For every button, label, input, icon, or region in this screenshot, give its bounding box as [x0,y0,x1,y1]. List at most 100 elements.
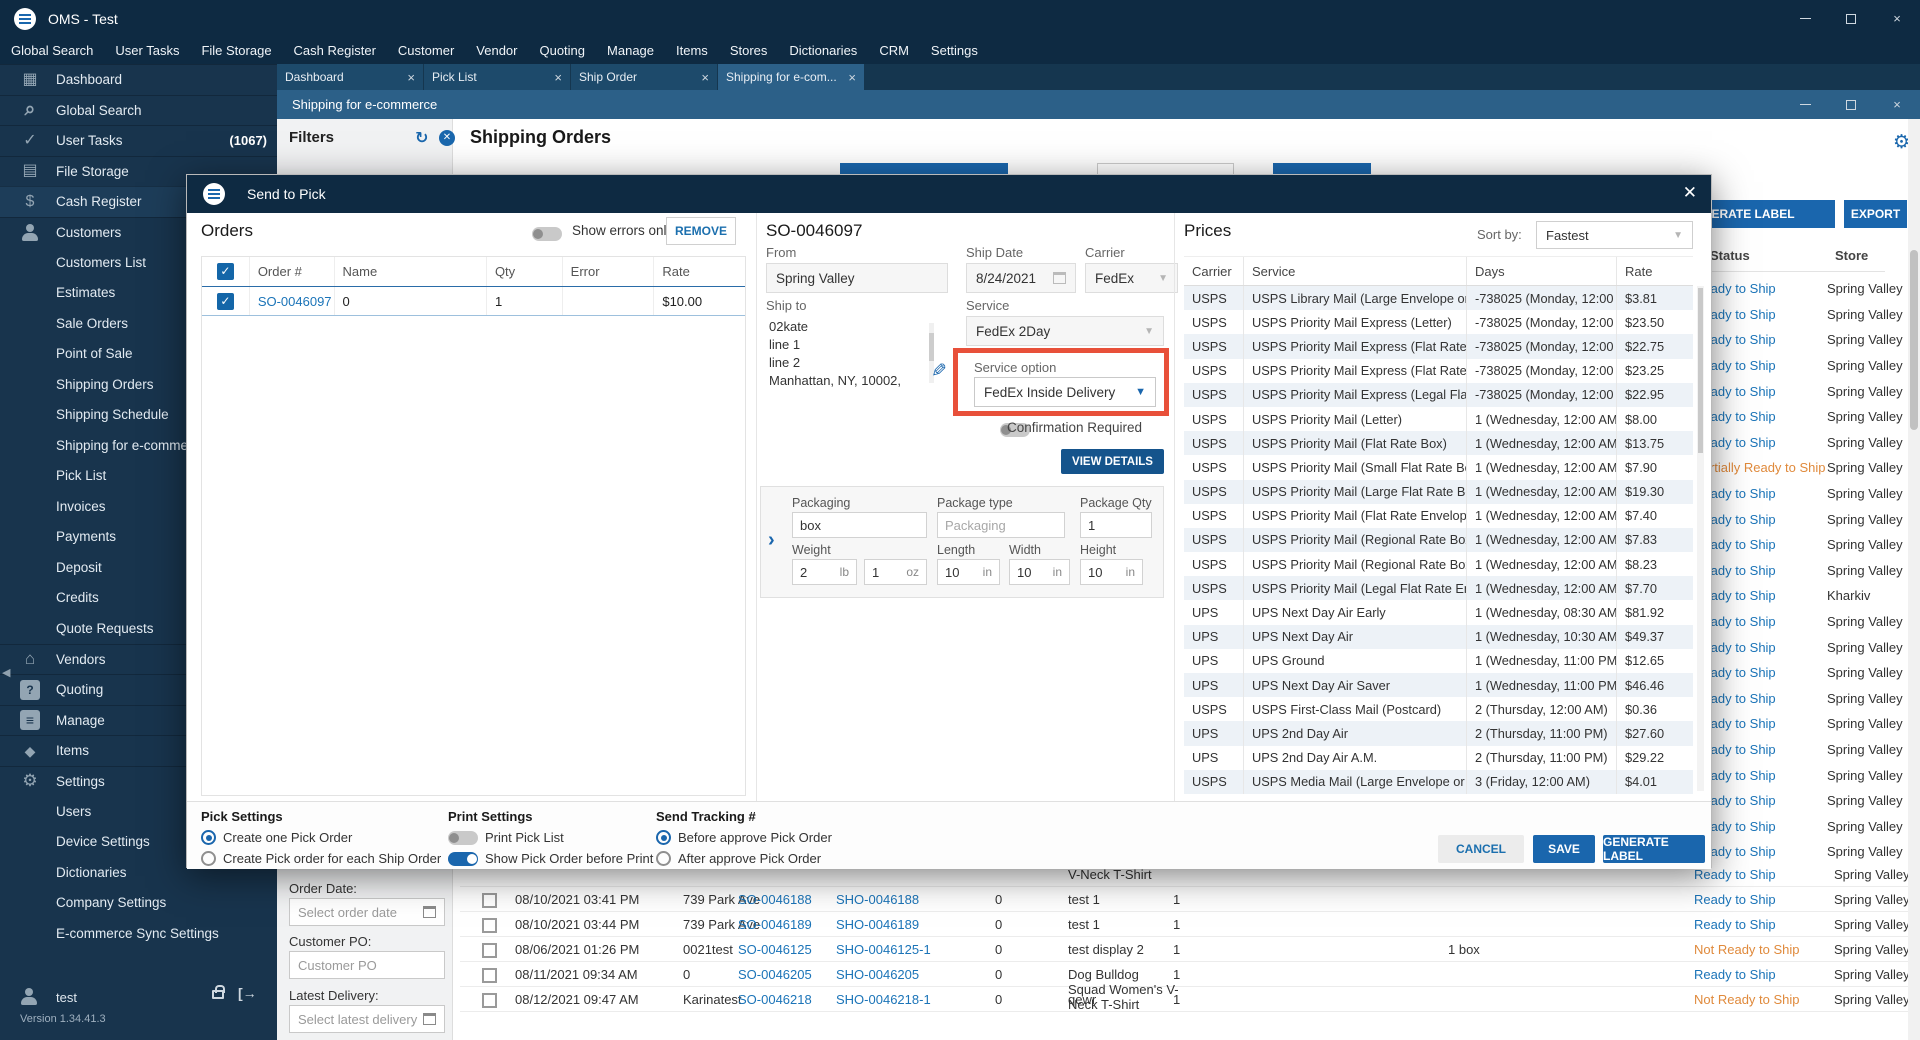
sidebar-item[interactable]: Dashboard [0,64,277,95]
status-link[interactable]: Ready to Ship [1694,793,1827,808]
row-checkbox[interactable] [482,918,497,933]
subwindow-restore-button[interactable] [1828,90,1874,119]
price-row[interactable]: UPS UPS Next Day Air Saver 1 (Wednesday,… [1184,673,1693,698]
grid-row[interactable]: Ready to Ship Spring Valley [1687,378,1908,404]
price-row[interactable]: UPS UPS 2nd Day Air A.M. 2 (Thursday, 11… [1184,745,1693,770]
tab[interactable]: Ship Order × [571,64,717,90]
menu-item[interactable]: Quoting [528,37,596,64]
sidebar-item[interactable]: Global Search [0,94,277,126]
tab-close-icon[interactable]: × [701,70,709,85]
tab[interactable]: Shipping for e-com... × [718,64,864,90]
menu-item[interactable]: User Tasks [104,37,190,64]
order-grid-row[interactable]: 08/10/2021 03:41 PM 739 Park Ave SO-0046… [460,887,1910,912]
status-link[interactable]: Ready to Ship [1694,563,1827,578]
customer-po-input[interactable]: Customer PO [289,951,445,979]
grid-row[interactable]: Ready to Ship Spring Valley [1687,813,1908,839]
package-type-input[interactable]: Packaging [937,512,1065,538]
width-input[interactable]: 10 in [1009,559,1070,585]
shipping-order-link[interactable]: SHO-0046125-1 [836,942,931,957]
price-row[interactable]: USPS USPS Priority Mail Express (Legal F… [1184,382,1693,407]
minimize-button[interactable] [1782,0,1828,37]
carrier-select[interactable]: FedEx ▼ [1085,263,1178,293]
status-link[interactable]: Ready to Ship [1694,409,1827,424]
price-row[interactable]: USPS USPS Priority Mail (Small Flat Rate… [1184,455,1693,480]
shipping-order-link[interactable]: SHO-0046189 [836,917,919,932]
order-grid-row[interactable]: 08/11/2021 09:34 AM 0 SO-0046205 SHO-004… [460,962,1910,1012]
refresh-icon[interactable]: ↻ [415,128,428,148]
grid-row[interactable]: Ready to Ship Spring Valley [1687,506,1908,532]
grid-row[interactable]: Ready to Ship Spring Valley [1687,353,1908,379]
height-input[interactable]: 10 in [1080,559,1143,585]
logout-icon[interactable]: [→ [238,985,257,1001]
menu-item[interactable]: Customer [387,37,465,64]
status-link[interactable]: Ready to Ship [1694,640,1827,655]
maximize-button[interactable] [1828,0,1874,37]
grid-row[interactable]: Ready to Ship Spring Valley [1687,609,1908,635]
tracking-option-1[interactable]: Before approve Pick Order [656,830,832,845]
subwindow-minimize-button[interactable] [1782,90,1828,119]
grid-row[interactable]: Ready to Ship Spring Valley [1687,276,1908,302]
grid-row[interactable]: Ready to Ship Spring Valley [1687,686,1908,712]
sort-by-select[interactable]: Fastest ▼ [1536,221,1693,249]
price-row[interactable]: UPS UPS Next Day Air 1 (Wednesday, 10:30… [1184,624,1693,649]
grid-row[interactable]: Ready to Ship Kharkiv [1687,583,1908,609]
order-grid-row[interactable]: 08/12/2021 09:47 AM Karinatest SO-004621… [460,987,1910,1012]
shipping-order-link[interactable]: SHO-0046218-1 [836,992,931,1007]
grid-row[interactable]: Ready to Ship Spring Valley [1687,660,1908,686]
grid-row[interactable]: Ready to Ship Spring Valley [1687,558,1908,584]
generate-label-button[interactable]: GENERATE LABEL [1603,835,1705,863]
grid-row[interactable]: Ready to Ship Spring Valley [1687,737,1908,763]
expander-chevron-icon[interactable]: › [768,529,775,552]
scrollbar-thumb[interactable] [1910,250,1918,430]
radio-icon[interactable] [201,851,216,866]
shipping-order-link[interactable]: SHO-0046205 [836,967,919,982]
select-all-checkbox[interactable]: ✓ [216,263,234,280]
status-link[interactable]: Ready to Ship [1694,867,1776,882]
sale-order-link[interactable]: SO-0046189 [738,917,812,932]
radio-icon[interactable] [656,851,671,866]
tracking-option-2[interactable]: After approve Pick Order [656,851,821,866]
price-row[interactable]: USPS USPS Media Mail (Large Envelope or … [1184,769,1693,794]
status-link[interactable]: Ready to Ship [1694,512,1827,527]
grid-row[interactable]: Ready to Ship Spring Valley [1687,302,1908,328]
price-row[interactable]: USPS USPS Priority Mail (Flat Rate Box) … [1184,431,1693,456]
price-row[interactable]: USPS USPS Library Mail (Large Envelope o… [1184,286,1693,311]
status-link[interactable]: Ready to Ship [1694,967,1776,982]
price-row[interactable]: USPS USPS Priority Mail (Legal Flat Rate… [1184,576,1693,601]
price-row[interactable]: USPS USPS First-Class Mail (Postcard) 2 … [1184,697,1693,722]
service-select[interactable]: FedEx 2Day ▼ [966,316,1164,346]
order-date-input[interactable]: Select order date [289,898,445,926]
tab[interactable]: Pick List × [424,64,570,90]
vertical-scrollbar[interactable] [1908,119,1920,1040]
toggle-on-icon[interactable] [448,851,478,866]
grid-row[interactable]: Ready to Ship Spring Valley [1687,481,1908,507]
print-option-2[interactable]: Show Pick Order before Print [448,851,653,866]
weight-oz-input[interactable]: 1 oz [864,559,927,585]
status-link[interactable]: Ready to Ship [1694,614,1827,629]
status-link[interactable]: Not Ready to Ship [1694,942,1800,957]
calendar-icon[interactable] [423,1013,436,1025]
status-link[interactable]: Ready to Ship [1694,665,1827,680]
price-row[interactable]: USPS USPS Priority Mail (Regional Rate B… [1184,552,1693,577]
radio-selected-icon[interactable] [201,830,216,845]
grid-row[interactable]: Ready to Ship Spring Valley [1687,711,1908,737]
edit-pencil-icon[interactable]: ✎ [931,360,947,383]
sidebar-item[interactable]: Company Settings [0,888,277,919]
status-link[interactable]: Ready to Ship [1694,917,1776,932]
menu-item[interactable]: Settings [920,37,989,64]
order-grid-row[interactable]: 08/06/2021 01:26 PM 0021test SO-0046125 … [460,937,1910,962]
ship-date-input[interactable]: 8/24/2021 [966,263,1076,293]
dialog-close-icon[interactable]: ✕ [1683,183,1697,203]
menu-item[interactable]: Vendor [465,37,528,64]
menu-item[interactable]: Cash Register [283,37,387,64]
cancel-button[interactable]: CANCEL [1438,835,1524,863]
pick-option-1[interactable]: Create one Pick Order [201,830,352,845]
status-link[interactable]: Ready to Ship [1694,691,1827,706]
menu-item[interactable]: Global Search [0,37,104,64]
grid-row[interactable]: Ready to Ship Spring Valley [1687,839,1908,865]
length-input[interactable]: 10 in [937,559,1000,585]
grid-row[interactable]: Ready to Ship Spring Valley [1687,430,1908,456]
save-button[interactable]: SAVE [1533,835,1595,863]
menu-item[interactable]: Dictionaries [778,37,868,64]
row-checkbox[interactable]: ✓ [216,292,234,310]
